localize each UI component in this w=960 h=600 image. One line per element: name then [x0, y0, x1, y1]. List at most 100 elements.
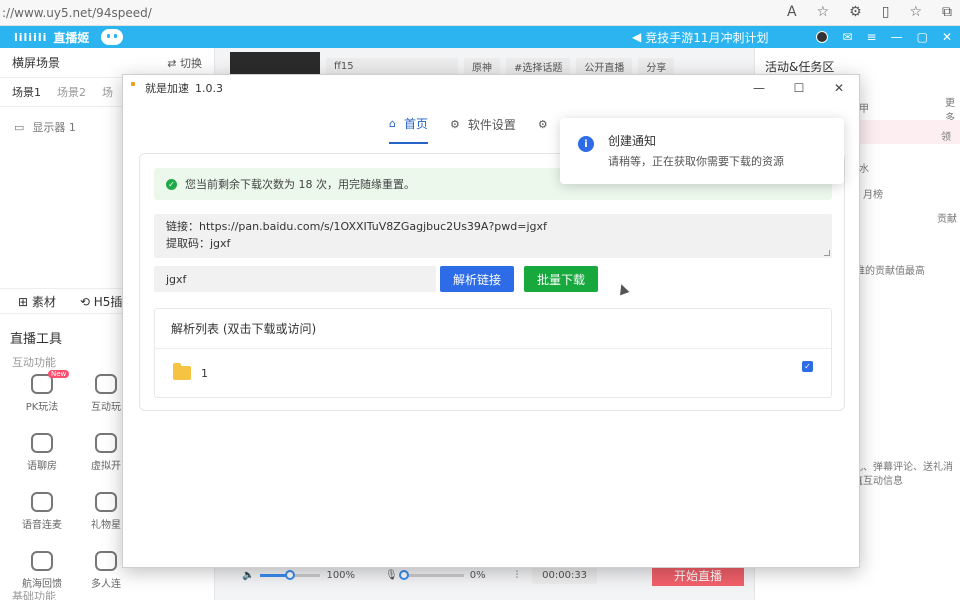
window-controls: — ☐ ✕	[739, 75, 859, 101]
category-chip[interactable]: 原神	[464, 58, 500, 74]
tab-more[interactable]: ⚙	[538, 115, 548, 144]
mic-icon[interactable]: 🎙	[385, 570, 398, 581]
close-icon[interactable]: ✕	[942, 30, 952, 44]
room-cover[interactable]	[230, 52, 320, 76]
link-line: 链接：https://pan.baidu.com/s/1OXXITuV8ZGag…	[166, 220, 547, 233]
code-line: 提取码：jgxf	[166, 237, 231, 250]
alert-text: 您当前剩余下载次数为 18 次，用完随缘重置。	[185, 178, 415, 191]
app-logo: liliili 直播姬	[14, 29, 124, 46]
batch-download-button[interactable]: 批量下载	[524, 266, 598, 292]
tab-scene-2[interactable]: 场景2	[57, 84, 86, 100]
virtual-icon	[95, 433, 117, 453]
window-title: 就是加速	[145, 82, 189, 95]
microphone-icon	[31, 492, 53, 512]
switch-label: 切换	[180, 56, 202, 70]
parse-link-button[interactable]: 解析链接	[440, 266, 514, 292]
rp-line-2: 领	[941, 132, 951, 143]
tab-home[interactable]: ⌂ 首页	[389, 115, 428, 144]
split-screen-icon[interactable]: ▯	[882, 4, 890, 20]
source-label: 显示器 1	[32, 121, 76, 134]
collections-icon[interactable]: ⧉	[942, 4, 952, 20]
favorite-star-icon[interactable]: ☆	[817, 4, 830, 20]
tool-voyage[interactable]: 航海回馈	[10, 551, 74, 590]
toast-message: 请稍等，正在获取你需要下载的资源	[608, 155, 784, 168]
anchor-icon	[31, 551, 53, 571]
minimize-icon[interactable]: —	[891, 30, 903, 44]
close-button[interactable]: ✕	[819, 75, 859, 101]
planet-icon	[95, 492, 117, 512]
h5-label: H5插	[93, 294, 123, 309]
volume-knob[interactable]	[285, 569, 296, 580]
speaker-volume-icon[interactable]: 🔈	[242, 570, 254, 581]
read-aloud-icon[interactable]: A	[787, 4, 797, 20]
tools-title: 直播工具	[10, 332, 63, 347]
main-card: ✓ 您当前剩余下载次数为 18 次，用完随缘重置。 链接：https://pan…	[139, 153, 845, 411]
mic-slider[interactable]	[398, 569, 464, 580]
rp-line-1: 甲	[859, 104, 869, 115]
tab-settings[interactable]: ⚙ 软件设置	[450, 115, 516, 144]
material-tab[interactable]: ⊞ 素材	[18, 293, 56, 310]
mail-icon[interactable]: ✉	[842, 30, 852, 44]
rp-line-8: 有互动信息	[853, 476, 903, 487]
tool-voice-link[interactable]: 语音连麦	[10, 492, 74, 531]
rp-line-6: 谁的贡献值最高	[855, 266, 925, 277]
parse-list: 解析列表 (双击下载或访问) 1 ✓	[154, 308, 832, 398]
tab-scene-3[interactable]: 场	[102, 84, 113, 100]
announcement-text: 竞技手游11月冲刺计划	[645, 30, 769, 45]
maximize-button[interactable]: ☐	[779, 75, 819, 101]
users-icon	[95, 551, 117, 571]
resize-handle[interactable]	[824, 250, 830, 256]
item-checkbox[interactable]: ✓	[802, 361, 813, 372]
header-actions: ✉ ≡ — ▢ ✕	[816, 30, 952, 44]
room-info-strip: ff15 原神 #选择话题 公开直播 分享	[230, 52, 750, 76]
tool-label: 礼物星	[91, 520, 121, 531]
gear-icon: ⚙	[537, 118, 548, 131]
basic-title: 基础功能	[12, 590, 56, 600]
material-label: 素材	[31, 294, 56, 309]
link-textarea[interactable]: 链接：https://pan.baidu.com/s/1OXXITuV8ZGag…	[154, 214, 832, 258]
list-title: 解析列表 (双击下载或访问)	[155, 309, 831, 349]
folder-icon	[173, 363, 191, 380]
browser-toolbar: ://www.uy5.net/94speed/ A ☆ ⚙ ▯ ☆ ⧉	[0, 0, 960, 26]
user-avatar[interactable]	[816, 31, 829, 43]
rp-line-5[interactable]: 贡献	[937, 210, 957, 225]
address-bar[interactable]: ://www.uy5.net/94speed/	[2, 6, 152, 20]
tool-voice-room[interactable]: 语聊房	[10, 433, 74, 472]
room-title[interactable]: ff15	[326, 58, 458, 74]
tool-label: 多人连	[91, 579, 121, 590]
tab-home-label: 首页	[403, 117, 428, 131]
volume-slider[interactable]	[260, 569, 321, 580]
share-chip[interactable]: 分享	[638, 58, 675, 74]
extensions-icon[interactable]: ⚙	[849, 4, 862, 20]
scene-title: 横屏场景	[12, 56, 61, 70]
tool-label: PK玩法	[25, 402, 59, 413]
topic-chip[interactable]: #选择话题	[506, 58, 571, 74]
home-icon: ⌂	[389, 117, 396, 130]
h5-tab[interactable]: ⟲ H5插	[80, 293, 123, 310]
app-icon	[131, 82, 135, 86]
tool-pk[interactable]: New PK玩法	[10, 370, 74, 413]
rp-line-4: 月榜	[863, 190, 883, 201]
minimize-button[interactable]: —	[739, 75, 779, 101]
toast-body: 创建通知 请稍等，正在获取你需要下载的资源	[608, 132, 784, 184]
window-version: 1.0.3	[195, 81, 223, 95]
tab-scene-1[interactable]: 场景1	[12, 84, 41, 100]
maximize-icon[interactable]: ▢	[917, 30, 928, 44]
mic-knob[interactable]	[398, 569, 409, 580]
mixer-icon[interactable]: ⫶	[516, 570, 519, 581]
menu-icon[interactable]: ≡	[867, 30, 877, 44]
announcement[interactable]: ◀ 竞技手游11月冲刺计划	[632, 29, 769, 46]
tool-label: 互动玩	[91, 402, 121, 413]
window-titlebar[interactable]: 就是加速 1.0.3 — ☐ ✕	[123, 75, 859, 101]
new-badge: New	[48, 370, 70, 378]
switch-button[interactable]: ⇄ 切换	[167, 55, 202, 71]
favorites-icon[interactable]: ☆	[909, 4, 922, 20]
extract-code-input[interactable]: jgxf	[154, 266, 436, 292]
rp-line-3: 水	[859, 164, 869, 175]
public-chip[interactable]: 公开直播	[576, 58, 633, 74]
mouse-cursor-icon	[616, 282, 630, 296]
list-item[interactable]: 1 ✓	[155, 349, 831, 397]
voice-room-icon	[31, 433, 53, 453]
activity-title: 活动&任务区	[765, 60, 835, 74]
speaker-icon: ◀	[632, 30, 642, 44]
